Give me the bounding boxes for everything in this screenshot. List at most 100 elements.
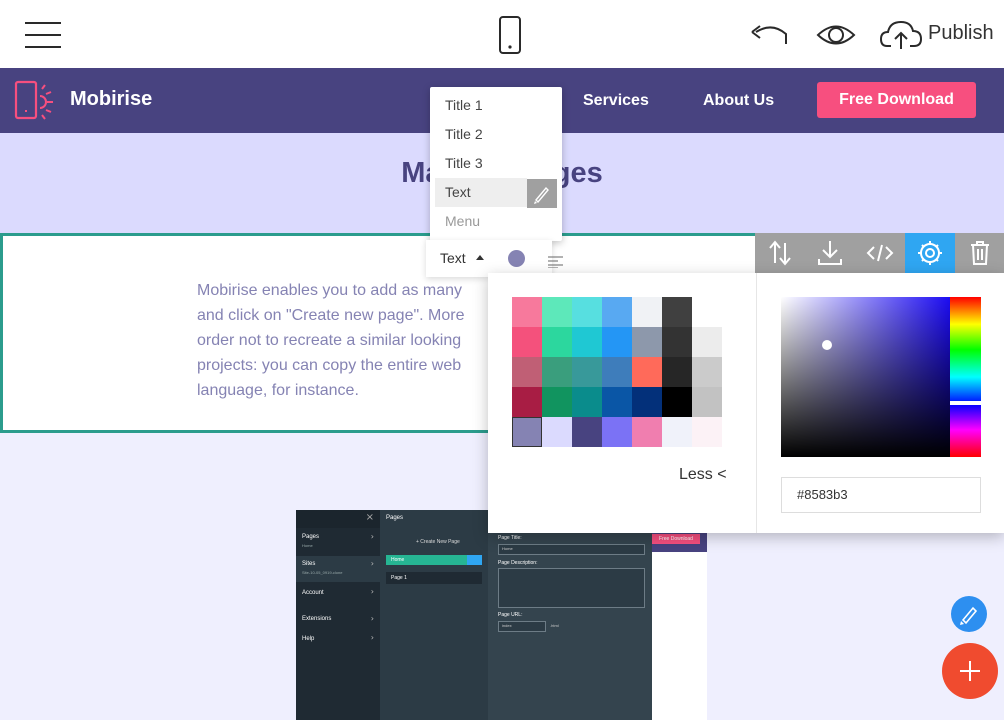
shot-page-desc-label: Page Description: [498, 560, 538, 566]
color-swatch[interactable] [662, 297, 692, 327]
color-swatch[interactable] [512, 297, 542, 327]
color-swatch[interactable] [632, 387, 662, 417]
shot-create-page: + Create New Page [416, 539, 460, 545]
preview-eye-icon[interactable] [816, 20, 856, 50]
color-swatch[interactable] [632, 417, 662, 447]
color-swatch[interactable] [632, 297, 662, 327]
color-swatch[interactable] [512, 357, 542, 387]
color-swatch[interactable] [602, 327, 632, 357]
color-swatch[interactable] [692, 327, 722, 357]
color-swatch[interactable] [512, 417, 542, 447]
color-swatch[interactable] [632, 357, 662, 387]
shot-sidebar-item: Sites [302, 561, 316, 567]
less-colors-button[interactable]: Less < [679, 466, 727, 484]
nav-link-about-us[interactable]: About Us [703, 92, 774, 110]
color-swatch[interactable] [542, 297, 572, 327]
shot-pages-panel: Pages + Create New Page Home Page 1 [380, 510, 488, 720]
text-color-button[interactable] [508, 250, 525, 267]
body-text[interactable]: Mobirise enables you to add as many and … [197, 278, 497, 403]
color-swatch[interactable] [572, 357, 602, 387]
color-swatch[interactable] [662, 327, 692, 357]
shot-page-title-value: Home [502, 546, 513, 551]
color-swatch[interactable] [602, 357, 632, 387]
color-swatch[interactable] [572, 387, 602, 417]
shot-sidebar-active [296, 556, 380, 582]
dropdown-item-title-2[interactable]: Title 2 [430, 120, 562, 149]
color-swatch[interactable] [542, 327, 572, 357]
body-text-line: projects: you can copy the entire web [197, 357, 462, 374]
color-swatch[interactable] [692, 387, 722, 417]
code-icon[interactable] [855, 233, 905, 273]
color-swatch[interactable] [692, 357, 722, 387]
undo-icon[interactable] [750, 20, 790, 50]
hue-slider-handle[interactable] [950, 401, 981, 405]
shot-sidebar-item: Extensions [302, 616, 332, 622]
shot-sidebar-sub: Site-10-05_0919-clone [302, 570, 343, 575]
color-picker-panel: Less < #8583b3 [488, 273, 1004, 533]
dropdown-item-title-3[interactable]: Title 3 [430, 149, 562, 178]
shot-chevron-icon: › [370, 633, 374, 642]
download-icon[interactable] [805, 233, 855, 273]
nav-link-services[interactable]: Services [583, 92, 649, 110]
color-swatch[interactable] [572, 297, 602, 327]
color-swatch[interactable] [662, 417, 692, 447]
shot-chevron-icon: › [370, 587, 374, 596]
color-handle[interactable] [822, 340, 832, 350]
body-text-line: Mobirise enables you to add as many [197, 282, 463, 299]
app-screenshot-image: × Pages Home › Sites Site-10-05_0919-clo… [296, 510, 707, 720]
color-swatch[interactable] [662, 357, 692, 387]
color-swatch[interactable] [692, 297, 722, 327]
color-swatch[interactable] [602, 297, 632, 327]
brush-fab-icon[interactable] [951, 596, 987, 632]
delete-icon[interactable] [955, 233, 1004, 273]
shot-home-label: Home [391, 557, 405, 563]
text-style-brush-icon[interactable] [527, 179, 557, 208]
color-swatch[interactable] [572, 417, 602, 447]
shot-chevron-icon: › [370, 532, 374, 541]
color-swatch[interactable] [602, 417, 632, 447]
shot-page-settings: Page Title: Home Page Description: Page … [488, 510, 652, 720]
hue-slider[interactable] [950, 297, 981, 457]
dropdown-item-text[interactable]: Text [435, 178, 527, 207]
hex-color-input[interactable]: #8583b3 [781, 477, 981, 513]
shot-sidebar-sub: Home [302, 543, 313, 548]
saturation-value-area[interactable] [781, 297, 950, 457]
dropdown-item-menu[interactable]: Menu [430, 207, 562, 236]
caret-up-icon[interactable] [476, 255, 484, 260]
shot-chevron-icon: › [370, 559, 374, 568]
color-swatch[interactable] [662, 387, 692, 417]
align-left-icon[interactable] [548, 256, 564, 268]
color-swatch[interactable] [632, 327, 662, 357]
color-swatch[interactable] [512, 387, 542, 417]
shot-chevron-icon: › [370, 614, 374, 623]
publish-button[interactable]: Publish [928, 22, 994, 45]
settings-icon[interactable] [905, 233, 955, 273]
shot-page-title-label: Page Title: [498, 535, 522, 541]
mobile-preview-icon[interactable] [498, 16, 522, 54]
editor-toolbar: Publish [0, 0, 1004, 68]
shot-pages-title: Pages [386, 515, 404, 521]
color-swatch[interactable] [602, 387, 632, 417]
free-download-button[interactable]: Free Download [817, 82, 976, 118]
body-text-line: language, for instance. [197, 382, 359, 399]
shot-sidebar-item: Help [302, 636, 315, 642]
dropdown-item-title-1[interactable]: Title 1 [430, 91, 562, 120]
color-swatch[interactable] [692, 417, 722, 447]
color-swatch[interactable] [512, 327, 542, 357]
brand-name[interactable]: Mobirise [70, 88, 152, 111]
text-style-select[interactable]: Text [440, 250, 466, 266]
menu-icon[interactable] [25, 22, 61, 48]
color-swatch[interactable] [542, 357, 572, 387]
add-block-icon[interactable] [942, 643, 998, 699]
shot-settings-icon [467, 555, 482, 565]
swatch-grid [512, 297, 722, 447]
shot-page-url-label: Page URL: [498, 612, 523, 618]
block-actions-toolbar [755, 233, 1004, 273]
picker-divider [756, 273, 757, 533]
cloud-upload-icon[interactable] [880, 19, 922, 51]
color-swatch[interactable] [572, 327, 602, 357]
color-swatch[interactable] [542, 387, 572, 417]
reorder-icon[interactable] [755, 233, 805, 273]
color-swatch[interactable] [542, 417, 572, 447]
shot-page-url-field: index [498, 621, 546, 632]
